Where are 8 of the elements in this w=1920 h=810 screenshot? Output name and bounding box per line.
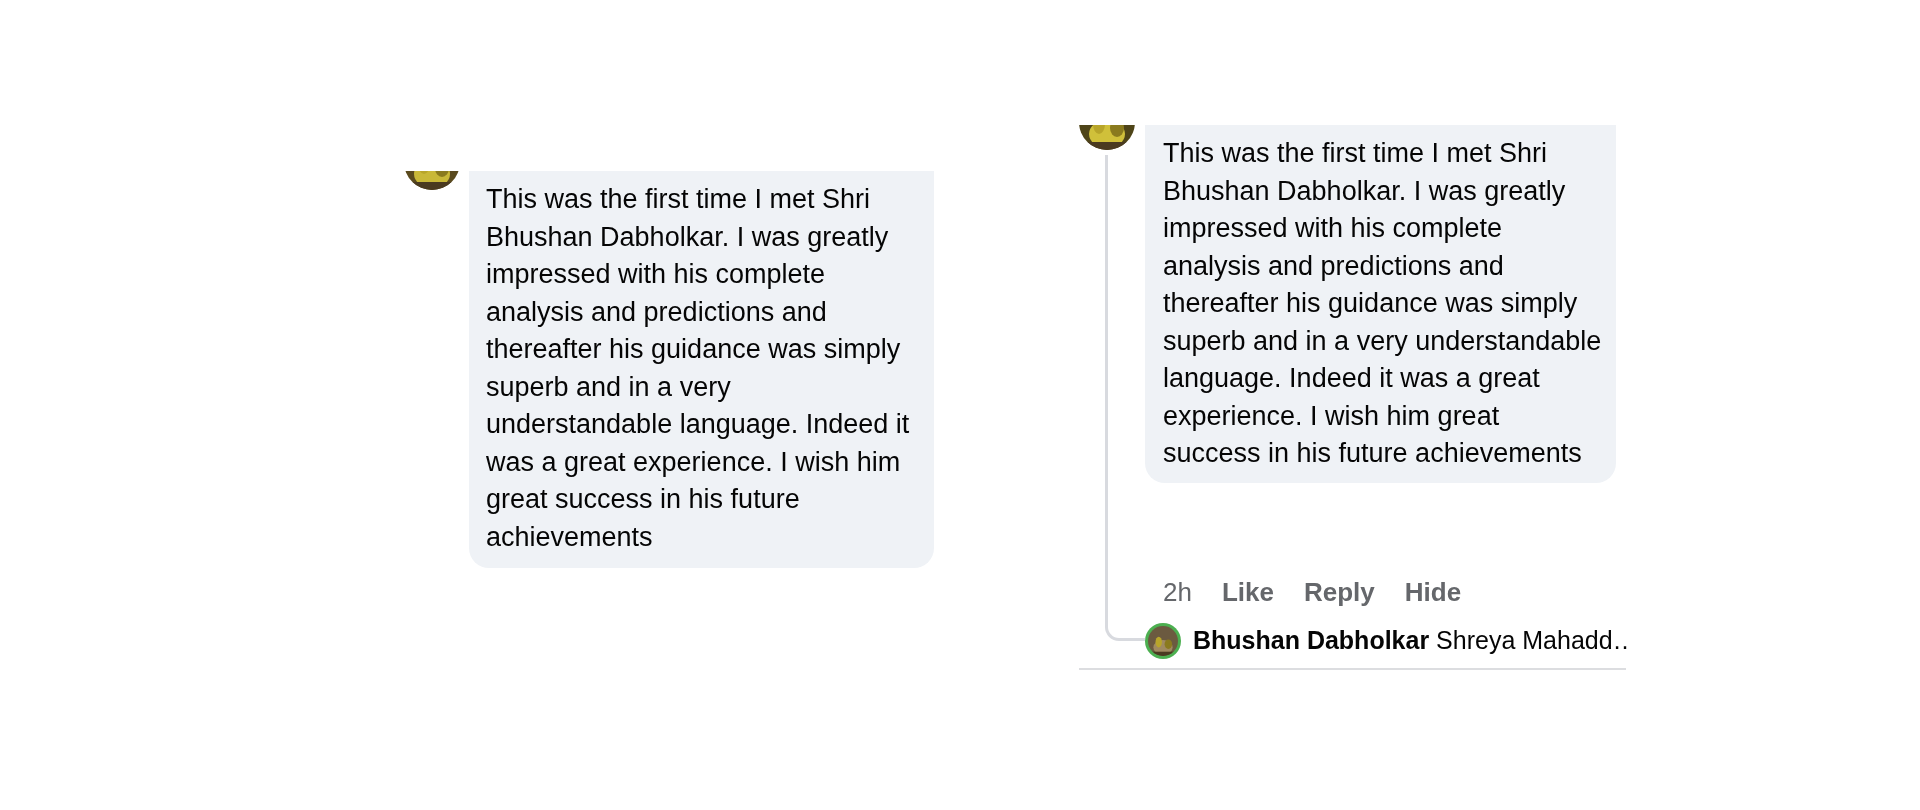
reply-preview-text[interactable]: Shreya Mahadd… (1436, 626, 1629, 654)
reply-author[interactable]: Bhushan Dabholkar (1193, 626, 1430, 654)
timestamp: 2h (1163, 576, 1192, 609)
action-link[interactable]: Hide (1404, 573, 1462, 612)
action-link[interactable]: Reply (1303, 573, 1375, 612)
action-link[interactable]: Like (1221, 573, 1274, 612)
comment-text: This was the first time I met Shri Bhushan Dabholkar. I was greatly impressed with his complete analysis and predictions and thereafter his guidance was simply superb and in a very understandable language. Indeed it was a great experience. I wish him great success in his future achievements (1163, 137, 1603, 470)
comment-text: This was the first time I met Shri Bhushan Dabholkar. I was greatly impressed with his complete analysis and predictions and thereafter his guidance was simply superb and in a very understandable language. Indeed it was a great experience. I wish him great success in his future achievements (486, 183, 911, 554)
